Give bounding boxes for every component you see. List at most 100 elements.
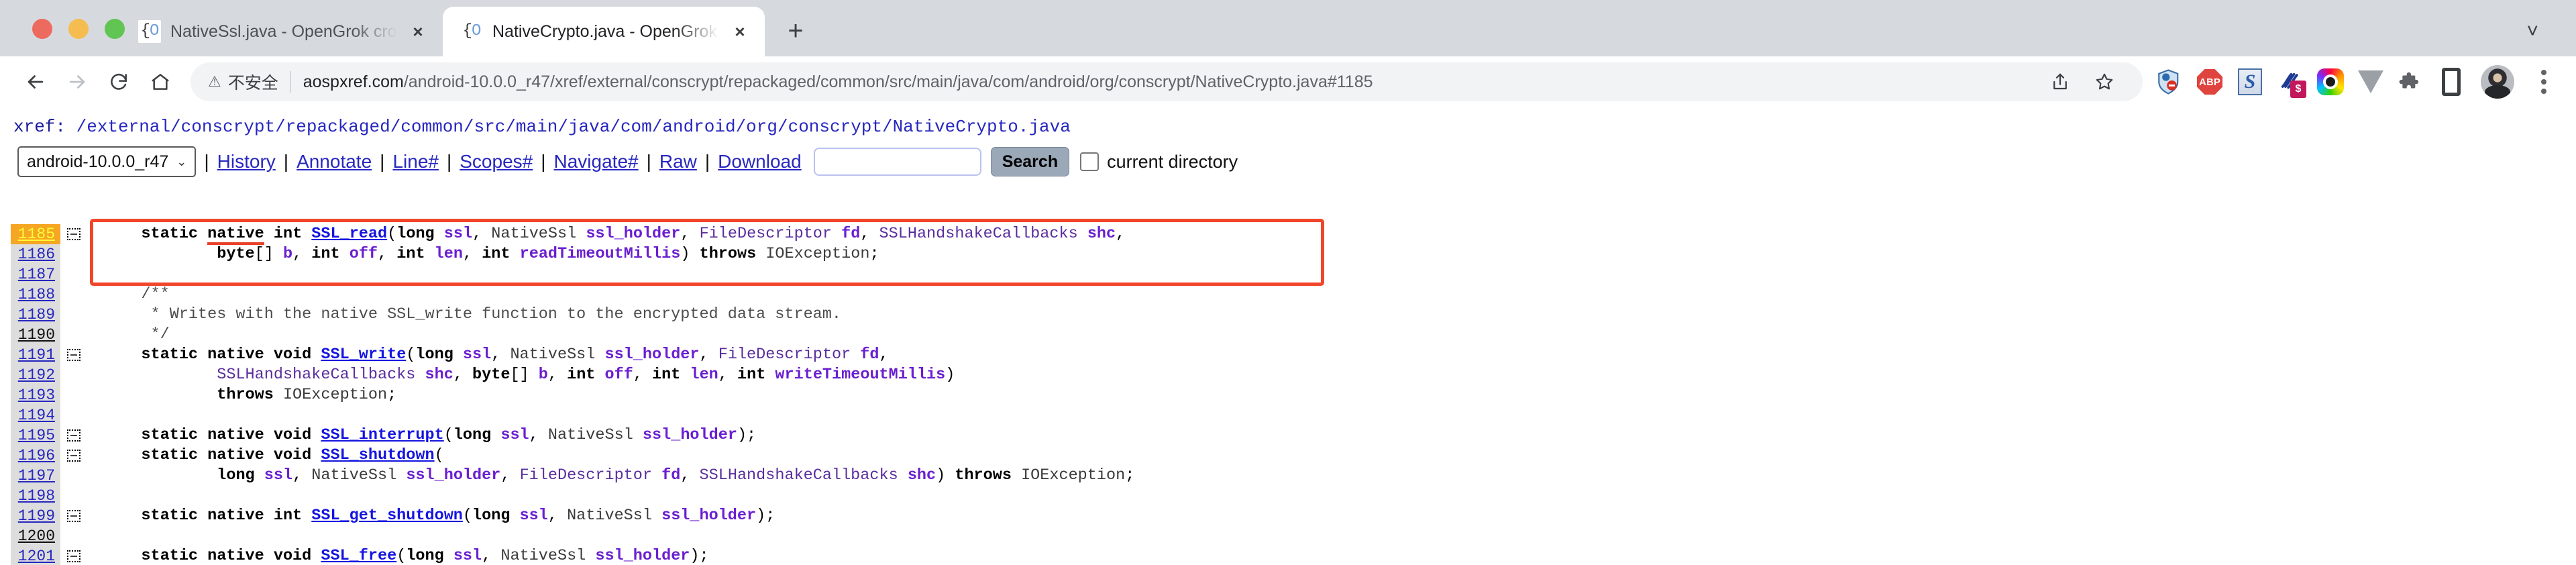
chevron-down-icon[interactable]: ˅ (2526, 20, 2538, 43)
fold-toggle-icon[interactable] (60, 506, 87, 526)
line-number[interactable]: 1186 (11, 244, 60, 264)
fold-toggle-icon[interactable] (60, 446, 87, 466)
tab-close-icon[interactable]: × (729, 20, 751, 43)
avatar[interactable] (2481, 65, 2514, 99)
line-number[interactable]: 1197 (11, 466, 60, 486)
fold-toggle-icon[interactable] (60, 224, 87, 244)
code-line: 1189 * Writes with the native SSL_write … (11, 305, 2565, 325)
code-token[interactable]: off (350, 245, 378, 263)
code-token[interactable]: fd (661, 466, 680, 484)
code-text: static native void SSL_free(long ssl, Na… (87, 546, 708, 565)
fold-toggle-icon[interactable] (60, 345, 87, 365)
code-token[interactable]: off (605, 366, 633, 384)
code-token[interactable]: len (690, 366, 718, 384)
code-token[interactable]: ssl_holder (604, 346, 699, 364)
code-token[interactable]: fd (860, 346, 879, 364)
search-button[interactable]: Search (990, 147, 1070, 176)
address-bar[interactable]: ⚠ 不安全 aospxref.com/android-10.0.0_r47/xr… (191, 62, 2143, 101)
mobile-device-icon[interactable] (2434, 64, 2469, 99)
line-number[interactable]: 1201 (11, 546, 60, 565)
code-symbol-link[interactable]: SSL_shutdown (321, 446, 434, 464)
line-number[interactable]: 1200 (11, 526, 60, 546)
new-tab-button[interactable]: + (775, 11, 816, 51)
code-symbol-link[interactable]: SSL_write (321, 346, 406, 364)
line-number[interactable]: 1187 (11, 264, 60, 285)
fold-toggle-icon[interactable] (60, 425, 87, 446)
kebab-menu-icon[interactable] (2526, 64, 2561, 99)
code-symbol-link[interactable]: SSL_free (321, 547, 396, 565)
reload-icon[interactable] (98, 61, 140, 103)
home-icon[interactable] (140, 61, 181, 103)
puzzle-extensions-icon[interactable] (2394, 64, 2428, 99)
grammar-icon[interactable]: $ (2273, 64, 2308, 99)
code-token[interactable]: shc (1087, 225, 1116, 243)
page-content: xref: /external/conscrypt/repackaged/com… (0, 107, 2576, 565)
code-token[interactable]: ssl (463, 346, 491, 364)
line-number[interactable]: 1198 (11, 486, 60, 506)
camera-icon[interactable] (2313, 64, 2348, 99)
code-token[interactable]: ssl_holder (643, 426, 737, 444)
site-security-indicator[interactable]: ⚠ 不安全 (208, 70, 278, 94)
adblock-shield-icon[interactable] (2152, 64, 2187, 99)
forward-icon[interactable] (56, 61, 98, 103)
search-input[interactable] (813, 148, 981, 176)
share-icon[interactable] (2039, 61, 2081, 103)
line-number[interactable]: 1188 (11, 285, 60, 305)
code-token[interactable]: ssl (520, 507, 548, 525)
line-number[interactable]: 1189 (11, 305, 60, 325)
back-icon[interactable] (15, 61, 56, 103)
menu-link-download[interactable]: Download (718, 151, 802, 172)
code-token[interactable]: ssl (444, 225, 472, 243)
xref-path[interactable]: /external/conscrypt/repackaged/common/sr… (66, 117, 1071, 137)
code-token[interactable]: ssl (264, 466, 292, 484)
window-minimize-button[interactable] (68, 19, 89, 39)
code-token[interactable]: b (283, 245, 292, 263)
code-token[interactable]: ssl_holder (595, 547, 690, 565)
code-line: 1186 byte[] b, int off, int len, int rea… (11, 244, 2565, 264)
code-token[interactable]: ssl_holder (586, 225, 680, 243)
line-number[interactable]: 1190 (11, 325, 60, 345)
window-close-button[interactable] (32, 19, 52, 39)
current-directory-toggle[interactable]: current directory (1080, 152, 1238, 172)
code-token: , (482, 547, 501, 565)
line-number[interactable]: 1199 (11, 506, 60, 526)
code-token[interactable]: ssl_holder (661, 507, 756, 525)
line-number[interactable]: 1192 (11, 365, 60, 385)
fold-toggle-icon[interactable] (60, 546, 87, 565)
line-number[interactable]: 1195 (11, 425, 60, 446)
code-symbol-link[interactable]: SSL_read (311, 225, 387, 243)
browser-tab-1[interactable]: {O NativeSsl.java - OpenGrok cro × (121, 7, 443, 56)
current-directory-checkbox[interactable] (1080, 152, 1099, 171)
line-number[interactable]: 1185 (11, 224, 60, 244)
project-select[interactable]: android-10.0.0_r47 ⌄ (17, 146, 197, 177)
line-number[interactable]: 1193 (11, 385, 60, 405)
code-token[interactable]: len (435, 245, 463, 263)
code-token[interactable]: writeTimeoutMillis (775, 366, 945, 384)
star-icon[interactable] (2084, 61, 2125, 103)
code-token[interactable]: fd (841, 225, 860, 243)
code-token[interactable]: ssl (453, 547, 482, 565)
code-token[interactable]: b (539, 366, 548, 384)
abp-icon[interactable]: ABP (2192, 64, 2227, 99)
code-token[interactable]: shc (425, 366, 453, 384)
sci-hub-icon[interactable]: S (2233, 64, 2267, 99)
menu-link-line-numbers[interactable]: Line# (392, 151, 439, 172)
menu-link-raw[interactable]: Raw (659, 151, 697, 172)
browser-tab-2[interactable]: {O NativeCrypto.java - OpenGrok × (443, 7, 765, 56)
line-number[interactable]: 1194 (11, 405, 60, 425)
code-token[interactable]: readTimeoutMillis (520, 245, 681, 263)
menu-link-navigate[interactable]: Navigate# (554, 151, 639, 172)
vue-devtools-icon[interactable] (2353, 64, 2388, 99)
code-symbol-link[interactable]: SSL_get_shutdown (311, 507, 463, 525)
code-token[interactable]: ssl (500, 426, 529, 444)
menu-link-scopes[interactable]: Scopes# (460, 151, 533, 172)
line-number[interactable]: 1196 (11, 446, 60, 466)
code-token[interactable]: shc (908, 466, 936, 484)
code-symbol-link[interactable]: SSL_interrupt (321, 426, 443, 444)
menu-link-history[interactable]: History (217, 151, 276, 172)
menu-link-annotate[interactable]: Annotate (297, 151, 372, 172)
tab-close-icon[interactable]: × (407, 20, 429, 43)
line-number[interactable]: 1191 (11, 345, 60, 365)
code-token[interactable]: ssl_holder (406, 466, 500, 484)
